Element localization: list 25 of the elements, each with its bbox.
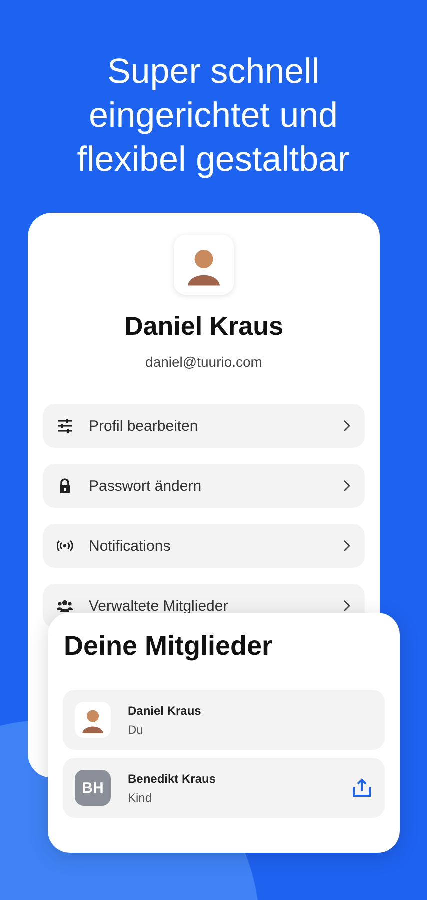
lock-icon	[57, 478, 73, 494]
member-role: Du	[128, 722, 144, 736]
member-item[interactable]: Daniel Kraus Du	[63, 690, 385, 750]
member-name: Benedikt Kraus	[128, 772, 218, 786]
broadcast-icon	[57, 538, 73, 554]
profile-email: daniel@tuurio.com	[146, 354, 262, 370]
member-item[interactable]: BH Benedikt Kraus Kind	[63, 758, 385, 818]
menu-item[interactable]: Profil bearbeiten	[43, 404, 365, 448]
chevron-icon	[343, 600, 351, 612]
initials-avatar: BH	[75, 770, 111, 806]
member-name: Daniel Kraus	[128, 704, 202, 718]
chevron-icon	[343, 480, 351, 492]
card-title: Deine Mitglieder	[64, 631, 274, 662]
headline: eingerichtet und	[88, 95, 338, 137]
chevron-icon	[343, 540, 351, 552]
profile-name: Daniel Kraus	[124, 311, 284, 342]
group-icon	[57, 598, 73, 614]
member-role: Kind	[128, 790, 154, 804]
menu-item[interactable]: Passwort ändern	[43, 464, 365, 508]
sliders-icon	[57, 418, 73, 434]
headline: Super schnell	[107, 51, 320, 93]
share-icon[interactable]	[351, 777, 373, 799]
chevron-icon	[343, 420, 351, 432]
headline: flexibel gestaltbar	[77, 139, 350, 181]
menu-item[interactable]: Notifications	[43, 524, 365, 568]
